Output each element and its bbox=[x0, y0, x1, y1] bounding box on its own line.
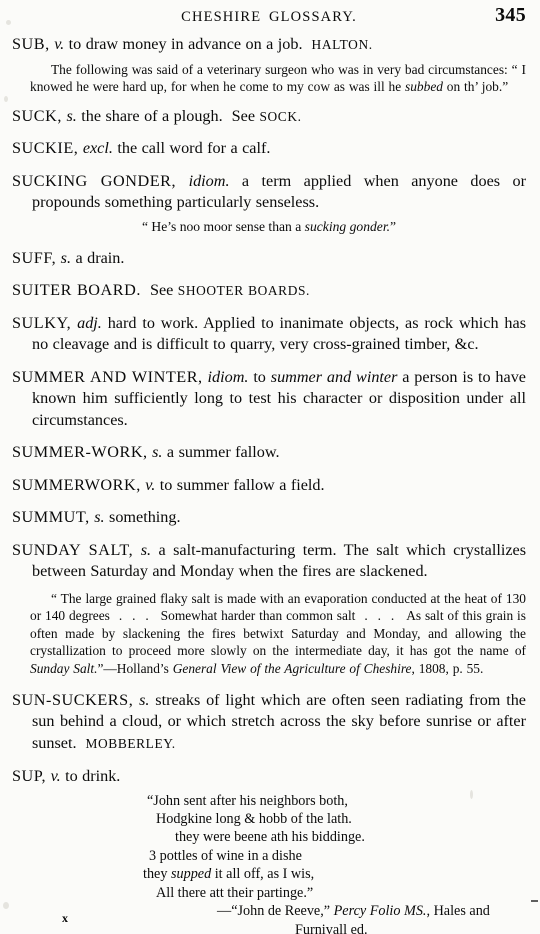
running-head-title: CHESHIRE GLOSSARY. bbox=[181, 9, 357, 25]
part-of-speech: adj. bbox=[77, 313, 102, 332]
citation-source-title: General View of the Agriculture of Chesh… bbox=[172, 661, 412, 677]
verse-line: they were beene ath his biddinge. bbox=[175, 829, 365, 846]
dictionary-entry-sup: SUP, v. to drink. bbox=[12, 766, 526, 788]
definition-italic-term: summer and winter bbox=[270, 367, 398, 386]
headword: SUMMER AND WINTER, bbox=[12, 367, 203, 386]
dictionary-entry-sulky: SULKY, adj. hard to work. Applied to ina… bbox=[12, 313, 526, 356]
part-of-speech: s. bbox=[140, 540, 152, 559]
part-of-speech: s. bbox=[94, 508, 105, 527]
part-of-speech: idiom. bbox=[207, 367, 249, 386]
dictionary-entry-summerwork: SUMMERWORK, v. to summer fallow a field. bbox=[12, 475, 526, 497]
verse-line: Hodgkine long & hobb of the lath. bbox=[156, 811, 352, 828]
cross-reference-lead: See bbox=[231, 106, 260, 125]
part-of-speech: idiom. bbox=[188, 171, 230, 190]
running-head: CHESHIRE GLOSSARY. 345 bbox=[12, 0, 526, 34]
scan-speck bbox=[3, 902, 9, 909]
verse-line: 3 pottles of wine in a dishe bbox=[149, 847, 302, 864]
part-of-speech: s. bbox=[139, 690, 150, 709]
quotation-italic-term: sucking gonder. bbox=[304, 218, 390, 234]
definition-text: the call word for a calf. bbox=[112, 139, 271, 158]
attribution-lead: —“John de Reeve,” bbox=[217, 903, 334, 920]
definition-text: something. bbox=[104, 508, 181, 527]
dictionary-entry-sucking-gonder: SUCKING GONDER, idiom. a term applied wh… bbox=[12, 171, 526, 214]
definition-text: to summer fallow a field. bbox=[155, 475, 325, 494]
cross-reference: SOCK. bbox=[259, 108, 302, 124]
signature-mark: x bbox=[62, 911, 69, 925]
quotation-italic-term: subbed bbox=[405, 79, 443, 95]
part-of-speech: s. bbox=[60, 248, 72, 267]
part-of-speech: v. bbox=[145, 475, 156, 494]
entry-quotation-sucking-gonder: “ He’s noo moor sense than a sucking gon… bbox=[12, 217, 526, 236]
headword: SUFF, bbox=[12, 248, 57, 267]
definition-before-italic: to bbox=[248, 367, 271, 386]
page-number: 345 bbox=[495, 4, 526, 26]
headword: SULKY, bbox=[12, 313, 72, 332]
scanned-page: CHESHIRE GLOSSARY. 345 SUB, v. to draw m… bbox=[0, 0, 540, 934]
verse-attribution-line-2: Furnivall ed. bbox=[295, 921, 368, 934]
dictionary-entry-sun-suckers: SUN-SUCKERS, s. streaks of light which a… bbox=[12, 690, 526, 755]
definition-text: a drain. bbox=[71, 248, 125, 267]
verse-attribution-line-1: —“John de Reeve,” Percy Folio MS., Hales… bbox=[12, 902, 526, 920]
headword: SUNDAY SALT, bbox=[12, 540, 134, 559]
headword: SUMMUT, bbox=[12, 508, 90, 527]
headword: SUP, bbox=[12, 767, 47, 786]
scan-edge-mark bbox=[531, 900, 538, 902]
headword: SUITER BOARD. bbox=[12, 281, 141, 300]
headword: SUB, bbox=[12, 35, 50, 53]
citation-ellipsis-2: . . . bbox=[364, 608, 398, 624]
cross-reference-lead: See bbox=[149, 281, 178, 300]
dictionary-entry-suiter-board: SUITER BOARD. See SHOOTER BOARDS. bbox=[12, 280, 526, 302]
headword: SUCKIE, bbox=[12, 139, 79, 158]
part-of-speech: s. bbox=[152, 443, 163, 462]
dictionary-entry-summer-and-winter: SUMMER AND WINTER, idiom. to summer and … bbox=[12, 367, 526, 432]
part-of-speech: excl. bbox=[82, 139, 113, 158]
citation-ellipsis-1: . . . bbox=[118, 608, 152, 624]
citation-source-author: Holland’s bbox=[116, 661, 173, 677]
dictionary-entry-summut: SUMMUT, s. something. bbox=[12, 507, 526, 529]
headword: SUMMER-WORK, bbox=[12, 443, 148, 462]
part-of-speech: v. bbox=[54, 35, 65, 53]
entry-citation-sunday-salt: “ The large grained flaky salt is made w… bbox=[12, 590, 526, 678]
dictionary-entry-sub: SUB, v. to draw money in advance on a jo… bbox=[12, 34, 526, 56]
citation-italic-term: Sunday Salt. bbox=[30, 661, 98, 677]
verse-line-supped: they supped it all off, as I wis, bbox=[143, 866, 315, 883]
locality-label: MOBBERLEY. bbox=[85, 735, 176, 751]
part-of-speech: s. bbox=[66, 106, 77, 125]
scan-speck bbox=[4, 96, 8, 102]
definition-text: the share of a plough. bbox=[76, 106, 223, 125]
citation-segment-2: Somewhat harder than common salt bbox=[160, 608, 356, 624]
dictionary-entry-sunday-salt: SUNDAY SALT, s. a salt-manufacturing ter… bbox=[12, 540, 526, 583]
dictionary-entry-summer-work: SUMMER-WORK, s. a summer fallow. bbox=[12, 442, 526, 464]
part-of-speech: v. bbox=[50, 767, 61, 786]
headword: SUCKING GONDER, bbox=[12, 171, 177, 190]
definition-text: a summer fallow. bbox=[162, 443, 280, 462]
citation-after-term: ”— bbox=[97, 661, 117, 677]
quotation-after-italic: ” bbox=[390, 218, 397, 234]
verse-line: “John sent after his neighbors both, bbox=[147, 792, 348, 809]
definition-text: to drink. bbox=[60, 767, 121, 786]
quotation-before-italic: “ He’s noo moor sense than a bbox=[141, 218, 305, 234]
attribution-source-title: Percy Folio MS. bbox=[333, 903, 427, 920]
headword: SUCK, bbox=[12, 106, 62, 125]
page-content: CHESHIRE GLOSSARY. 345 SUB, v. to draw m… bbox=[12, 0, 526, 934]
definition-text: to draw money in advance on a job. bbox=[64, 35, 303, 53]
scan-speck bbox=[6, 20, 11, 25]
dictionary-entry-suckie: SUCKIE, excl. the call word for a calf. bbox=[12, 138, 526, 160]
quotation-after-italic: on th’ job.” bbox=[442, 79, 509, 95]
headword: SUN-SUCKERS, bbox=[12, 690, 134, 709]
headword: SUMMERWORK, bbox=[12, 475, 141, 494]
attribution-tail: , Hales and bbox=[426, 903, 490, 920]
cross-reference: SHOOTER BOARDS. bbox=[177, 283, 310, 299]
entry-quotation-sub: The following was said of a veterinary s… bbox=[12, 61, 526, 96]
locality-label: HALTON. bbox=[311, 37, 373, 52]
verse-italic-word: supped bbox=[170, 866, 212, 883]
dictionary-entry-suff: SUFF, s. a drain. bbox=[12, 248, 526, 270]
verse-line: All there att their partinge.” bbox=[156, 884, 314, 901]
definition-text: hard to work. Applied to inanimate objec… bbox=[32, 313, 526, 354]
citation-source-rest: , 1808, p. 55. bbox=[411, 661, 484, 677]
dictionary-entry-suck: SUCK, s. the share of a plough. See SOCK. bbox=[12, 106, 526, 128]
verse-quotation-sup: “John sent after his neighbors both, Hod… bbox=[12, 792, 526, 934]
